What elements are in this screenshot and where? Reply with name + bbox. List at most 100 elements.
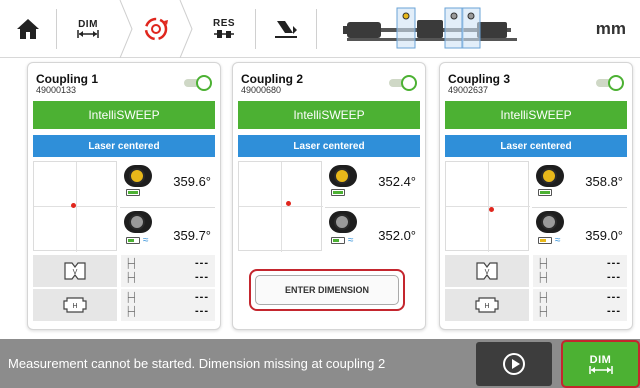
sensor-inclination-bottom: ≈ 359.7° — [120, 207, 215, 251]
battery-icon — [126, 189, 140, 196]
dimension-value: --- — [195, 291, 209, 303]
coupling-dimension-row[interactable]: V ├┤ --- ├┤ --- — [445, 255, 627, 287]
laser-status-bar: Laser centered — [445, 135, 627, 157]
dimension-value: --- — [195, 305, 209, 317]
dimension-value: --- — [607, 257, 621, 269]
gap-symbol-icon: ├┤ — [125, 272, 138, 282]
coupling-title: Coupling 2 — [241, 72, 303, 86]
rotation-angle: 358.8° — [585, 174, 623, 189]
coupling-enable-toggle[interactable] — [596, 75, 624, 91]
sensor-serial: 49002637 — [448, 85, 489, 95]
laser-spot — [71, 203, 76, 208]
enter-dimension-label: ENTER DIMENSION — [255, 275, 399, 305]
rotation-angle: 352.0° — [378, 228, 416, 243]
dimensions-action-button[interactable]: DIM — [561, 340, 640, 388]
coupling-card-3: Coupling 3 49002637 IntelliSWEEP Laser c… — [439, 62, 633, 330]
dim-step-label: DIM — [78, 19, 98, 30]
res-step-label: RES — [212, 18, 236, 29]
intellisweep-button[interactable]: IntelliSWEEP — [238, 101, 420, 129]
battery-icon — [538, 189, 552, 196]
sensor-inclination-top: 358.8° — [532, 162, 627, 206]
dimensions-step-button[interactable]: DIM — [57, 0, 119, 58]
sensor-icon — [124, 165, 152, 187]
results-step-button[interactable]: RES — [193, 0, 255, 58]
dimension-values: ├┤ --- ├┤ --- — [121, 289, 215, 321]
sensor-icon — [329, 211, 357, 233]
sensor-inclination-bottom: ≈ 352.0° — [325, 207, 420, 251]
dimension-value: --- — [607, 271, 621, 283]
enter-dimension-button[interactable]: ENTER DIMENSION — [249, 269, 405, 311]
coupling-dimension-row[interactable]: H ├┤ --- ├┤ --- — [445, 289, 627, 321]
battery-icon — [331, 189, 345, 196]
sensor-icon — [536, 165, 564, 187]
coupling-title: Coupling 3 — [448, 72, 510, 86]
measure-sweep-icon — [144, 17, 168, 40]
laser-status-bar: Laser centered — [238, 135, 420, 157]
coupling-type-icon-box[interactable]: H — [33, 289, 117, 321]
dimension-values: ├┤ --- ├┤ --- — [533, 289, 627, 321]
svg-text:H: H — [484, 302, 489, 310]
report-step-button[interactable] — [256, 0, 316, 58]
home-button[interactable] — [0, 0, 56, 58]
home-icon — [17, 18, 39, 39]
coupling-card-2: Coupling 2 49000680 IntelliSWEEP Laser c… — [232, 62, 426, 330]
sensor-inclination-bottom: ≈ 359.0° — [532, 207, 627, 251]
coupling-title: Coupling 1 — [36, 72, 98, 86]
rotation-angle: 359.0° — [585, 228, 623, 243]
offset-symbol-icon: ├┤ — [125, 258, 138, 268]
laser-spot — [489, 207, 494, 212]
dimension-values: ├┤ --- ├┤ --- — [121, 255, 215, 287]
rigid-coupling-icon: H — [475, 297, 499, 313]
units-toggle[interactable]: mm — [596, 0, 626, 58]
battery-icon — [331, 237, 345, 244]
coupling-type-icon-box[interactable]: H — [445, 289, 529, 321]
wifi-icon: ≈ — [555, 235, 561, 246]
wifi-icon: ≈ — [143, 235, 149, 246]
intellisweep-button[interactable]: IntelliSWEEP — [33, 101, 215, 129]
svg-text:V: V — [73, 268, 78, 276]
short-flex-coupling-icon: V — [64, 262, 86, 280]
intellisweep-button[interactable]: IntelliSWEEP — [445, 101, 627, 129]
chevron-right-icon — [119, 0, 133, 58]
sensor-icon — [124, 211, 152, 233]
sensor-inclination-top: 352.4° — [325, 162, 420, 206]
rigid-coupling-icon: H — [63, 297, 87, 313]
svg-text:H: H — [72, 302, 77, 310]
dimension-value: --- — [607, 291, 621, 303]
play-icon — [503, 353, 525, 375]
coupling-type-icon-box[interactable]: V — [445, 255, 529, 287]
chevron-right-icon — [179, 0, 193, 58]
gap-symbol-icon: ├┤ — [537, 272, 550, 282]
battery-icon — [538, 237, 552, 244]
laser-target-view — [445, 161, 530, 252]
sensor-inclination-top: 359.6° — [120, 162, 215, 206]
measure-step-button[interactable] — [119, 0, 193, 58]
dimension-values: ├┤ --- ├┤ --- — [533, 255, 627, 287]
dimension-arrow-icon — [77, 30, 99, 38]
top-toolbar: DIM RES mm — [0, 0, 640, 58]
rotation-angle: 359.6° — [173, 174, 211, 189]
offset-symbol-icon: ├┤ — [537, 258, 550, 268]
offset-symbol-icon: ├┤ — [537, 292, 550, 302]
coupling-dimension-row[interactable]: H ├┤ --- ├┤ --- — [33, 289, 215, 321]
offset-symbol-icon: ├┤ — [125, 292, 138, 302]
gap-symbol-icon: ├┤ — [537, 306, 550, 316]
laser-status-bar: Laser centered — [33, 135, 215, 157]
coupling-enable-toggle[interactable] — [184, 75, 212, 91]
machine-train-overview[interactable] — [317, 0, 557, 58]
laser-target-view — [238, 161, 323, 252]
battery-icon — [126, 237, 140, 244]
coupling-type-icon-box[interactable]: V — [33, 255, 117, 287]
coupling-enable-toggle[interactable] — [389, 75, 417, 91]
start-measurement-button[interactable] — [476, 342, 552, 386]
sensor-serial: 49000133 — [36, 85, 77, 95]
laser-target-view — [33, 161, 118, 252]
status-message: Measurement cannot be started. Dimension… — [8, 356, 386, 371]
rotation-angle: 352.4° — [378, 174, 416, 189]
rotation-angle: 359.7° — [173, 228, 211, 243]
laser-spot — [286, 201, 291, 206]
coupling-dimension-row[interactable]: V ├┤ --- ├┤ --- — [33, 255, 215, 287]
dimension-value: --- — [195, 271, 209, 283]
machine-train-icon — [343, 7, 517, 48]
report-icon — [275, 20, 297, 38]
